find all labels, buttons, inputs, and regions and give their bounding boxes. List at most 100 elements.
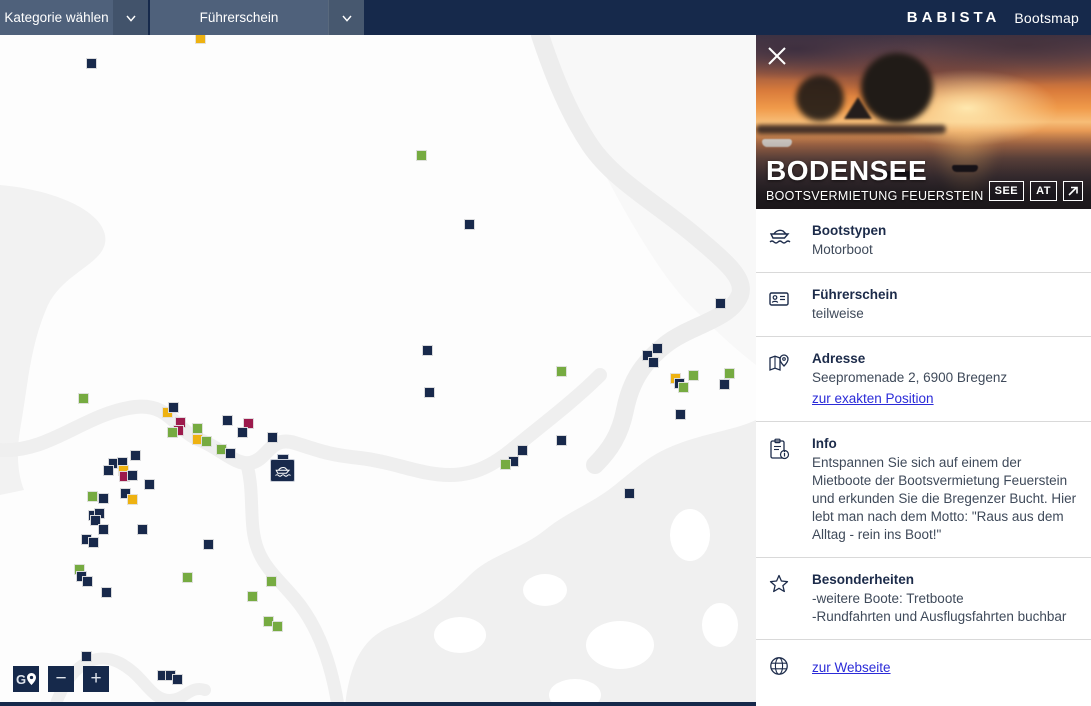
category-dropdown[interactable]: Kategorie wählen [0, 0, 148, 35]
section-besonderheiten: Besonderheiten -weitere Boote: Tretboote… [756, 558, 1091, 640]
map-marker-navy[interactable] [719, 379, 730, 390]
location-heading: BODENSEE BOOTSVERMIETUNG FEUERSTEIN [766, 155, 984, 203]
map-marker-navy[interactable] [88, 537, 99, 548]
brand-area: BABISTA Bootsmap [907, 0, 1091, 35]
map-marker-green[interactable] [678, 382, 689, 393]
website-link[interactable]: zur Webseite [812, 660, 891, 675]
map-marker-navy[interactable] [82, 576, 93, 587]
map-marker-green[interactable] [247, 591, 258, 602]
map-marker-navy[interactable] [624, 488, 635, 499]
location-title: BODENSEE [766, 155, 984, 187]
detail-sections: Bootstypen Motorboot Führerschein teilwe… [756, 209, 1091, 695]
top-bar: Kategorie wählen Führerschein BABISTA Bo… [0, 0, 1091, 35]
badge-country: AT [1030, 181, 1057, 201]
location-pin-icon [27, 673, 36, 685]
map-marker-navy[interactable] [137, 524, 148, 535]
boat-icon[interactable] [270, 459, 295, 482]
selected-marker[interactable] [270, 454, 295, 482]
map-marker-green[interactable] [266, 576, 277, 587]
map-marker-navy[interactable] [424, 387, 435, 398]
map-marker-navy[interactable] [130, 450, 141, 461]
map-marker-green[interactable] [688, 370, 699, 381]
category-dropdown-label[interactable]: Kategorie wählen [0, 0, 113, 35]
section-webseite: zur Webseite [756, 640, 1091, 695]
map-marker-navy[interactable] [556, 435, 567, 446]
map-marker-navy[interactable] [101, 587, 112, 598]
section-info: Info Entspannen Sie sich auf einem der M… [756, 422, 1091, 558]
map-marker-navy[interactable] [675, 409, 686, 420]
map-marker-green[interactable] [500, 459, 511, 470]
exact-position-link[interactable]: zur exakten Position [812, 391, 934, 406]
map-marker-green[interactable] [182, 572, 193, 583]
map-marker-green[interactable] [556, 366, 567, 377]
product-name: Bootsmap [1014, 10, 1079, 26]
map-canvas[interactable]: G − + [0, 35, 756, 706]
map-bottom-bar [0, 702, 756, 706]
motorboat-icon [768, 223, 796, 259]
badges: SEE AT [989, 181, 1083, 201]
section-title: Bootstypen [812, 223, 886, 238]
map-marker-navy[interactable] [225, 448, 236, 459]
map-marker-green[interactable] [192, 423, 203, 434]
map-marker-navy[interactable] [81, 651, 92, 662]
id-card-icon [768, 287, 796, 323]
map-marker-green[interactable] [416, 150, 427, 161]
section-bootstypen: Bootstypen Motorboot [756, 209, 1091, 273]
google-g-label: G [16, 672, 26, 687]
map-marker-navy[interactable] [715, 298, 726, 309]
chevron-down-icon[interactable] [328, 0, 364, 35]
section-title: Adresse [812, 351, 1007, 366]
location-subtitle: BOOTSVERMIETUNG FEUERSTEIN [766, 189, 984, 203]
close-icon[interactable] [766, 45, 788, 67]
map-marker-navy[interactable] [144, 479, 155, 490]
map-marker-yellow[interactable] [127, 494, 138, 505]
map-marker-navy[interactable] [127, 470, 138, 481]
map-marker-navy[interactable] [172, 674, 183, 685]
map-marker-green[interactable] [87, 491, 98, 502]
map-marker-navy[interactable] [517, 445, 528, 456]
map-marker-navy[interactable] [168, 402, 179, 413]
location-photo: BODENSEE BOOTSVERMIETUNG FEUERSTEIN SEE … [756, 35, 1091, 209]
license-dropdown[interactable]: Führerschein [148, 0, 364, 35]
map-marker-navy[interactable] [267, 432, 278, 443]
google-maps-button[interactable]: G [13, 666, 39, 692]
map-marker-navy[interactable] [98, 493, 109, 504]
map-marker-navy[interactable] [98, 524, 109, 535]
map-marker-green[interactable] [272, 621, 283, 632]
zoom-out-button[interactable]: − [48, 666, 74, 692]
map-marker-green[interactable] [167, 427, 178, 438]
map-marker-navy[interactable] [86, 58, 97, 69]
zoom-in-button[interactable]: + [83, 666, 109, 692]
section-title: Besonderheiten [812, 572, 1066, 587]
section-value: -weitere Boote: Tretboote -Rundfahrten u… [812, 590, 1066, 626]
map-marker-yellow[interactable] [195, 35, 206, 44]
clipboard-info-icon [768, 436, 796, 544]
map-marker-navy[interactable] [203, 539, 214, 550]
section-title: Info [812, 436, 1079, 451]
map-marker-navy[interactable] [237, 427, 248, 438]
section-value: teilweise [812, 305, 898, 323]
section-value: Motorboot [812, 241, 886, 259]
map-marker-green[interactable] [724, 368, 735, 379]
map-controls: G − + [13, 666, 109, 692]
map-marker-navy[interactable] [103, 465, 114, 476]
map-marker-navy[interactable] [422, 345, 433, 356]
map-marker-green[interactable] [201, 436, 212, 447]
map-pin-icon [768, 351, 796, 408]
chevron-down-icon[interactable] [113, 0, 148, 35]
section-value: Seepromenade 2, 6900 Bregenz [812, 369, 1007, 387]
section-fuehrerschein: Führerschein teilweise [756, 273, 1091, 337]
expand-icon[interactable] [1063, 181, 1083, 201]
map-borders-decor [0, 35, 756, 706]
section-title: Führerschein [812, 287, 898, 302]
license-dropdown-label[interactable]: Führerschein [150, 0, 328, 35]
section-value: Entspannen Sie sich auf einem der Mietbo… [812, 454, 1079, 544]
map-marker-navy[interactable] [222, 415, 233, 426]
globe-icon [768, 654, 796, 682]
map-marker-navy[interactable] [648, 357, 659, 368]
map-marker-navy[interactable] [652, 343, 663, 354]
brand-logo: BABISTA [907, 9, 1001, 26]
map-marker-green[interactable] [78, 393, 89, 404]
star-icon [768, 572, 796, 626]
map-marker-navy[interactable] [464, 219, 475, 230]
